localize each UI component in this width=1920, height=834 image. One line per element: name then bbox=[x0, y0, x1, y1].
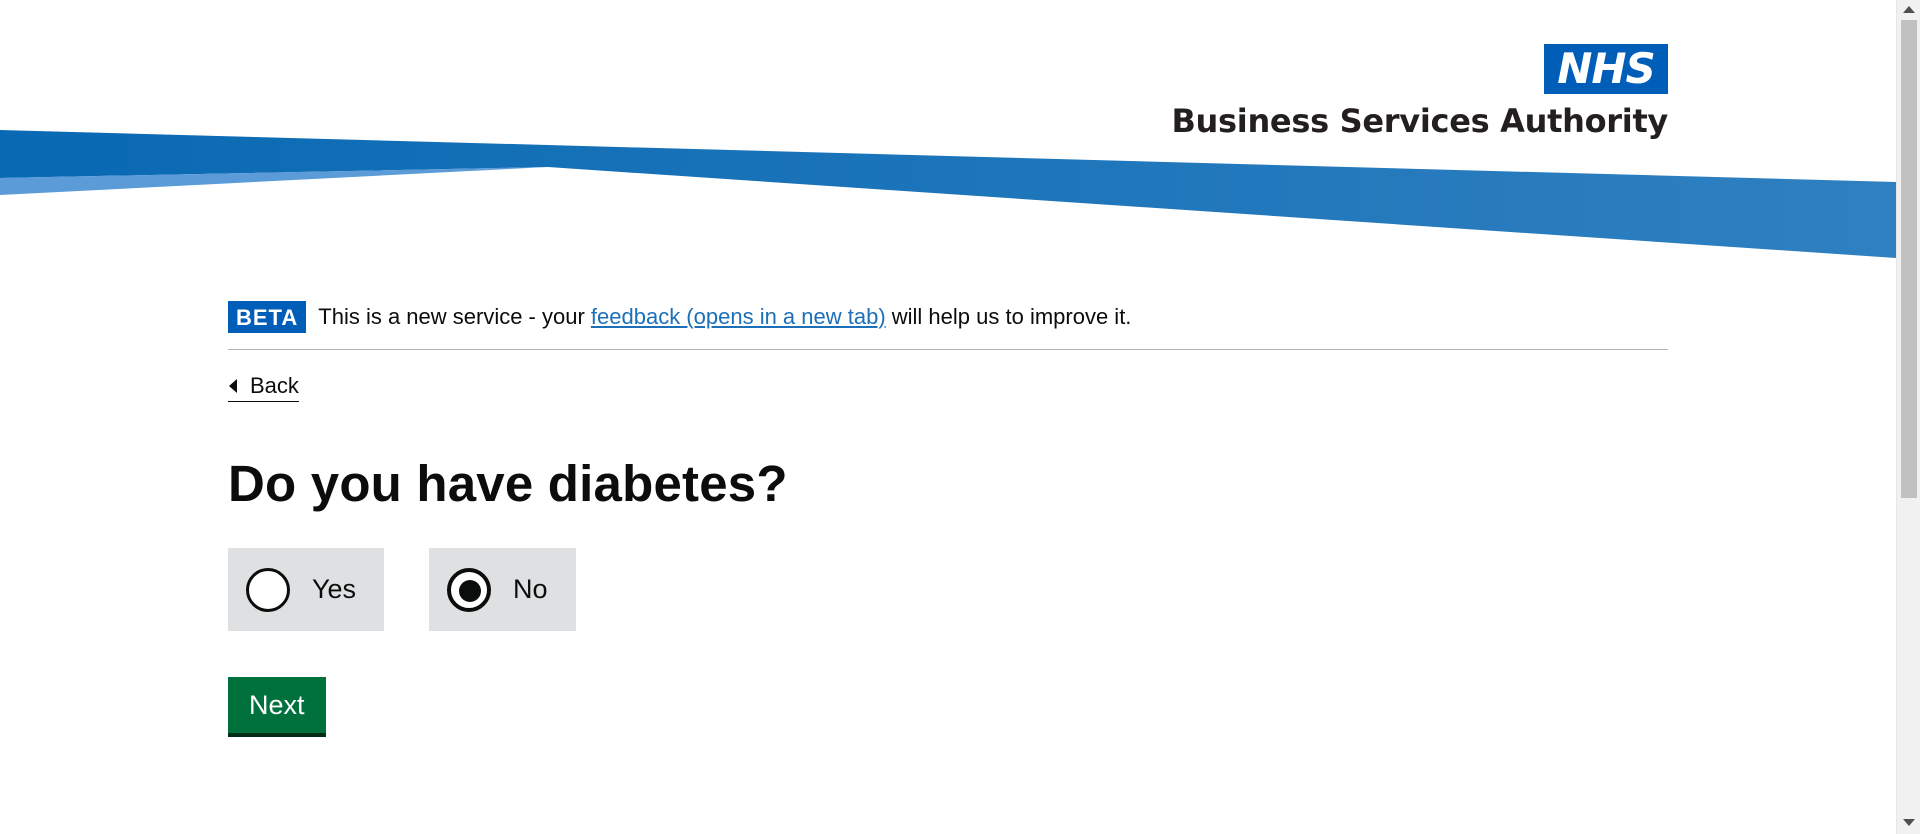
radio-label-yes: Yes bbox=[312, 574, 357, 604]
scroll-thumb[interactable] bbox=[1901, 20, 1917, 498]
phase-banner: BETA This is a new service - your feedba… bbox=[228, 300, 1668, 350]
page-title: Do you have diabetes? bbox=[228, 455, 788, 512]
nhsbsa-logo[interactable]: NHS Business Services Authority bbox=[1171, 44, 1668, 144]
diabetes-radio-group: Yes No bbox=[228, 548, 1668, 631]
back-arrow-icon bbox=[229, 379, 237, 393]
radio-option-yes[interactable]: Yes bbox=[228, 548, 385, 631]
main-content: BETA This is a new service - your feedba… bbox=[228, 300, 1668, 733]
radio-button-no[interactable] bbox=[447, 567, 492, 612]
phase-text-before: This is a new service - your bbox=[318, 303, 591, 329]
radio-button-yes[interactable] bbox=[246, 567, 290, 612]
nhs-logo: NHS bbox=[1544, 44, 1668, 94]
phase-text-after: will help us to improve it. bbox=[885, 303, 1132, 329]
page-scrollbar[interactable] bbox=[1896, 0, 1920, 834]
beta-tag: BETA bbox=[228, 300, 307, 333]
next-button[interactable]: Next bbox=[228, 677, 326, 733]
scroll-down-arrow-icon[interactable] bbox=[1903, 819, 1915, 826]
scroll-up-arrow-icon[interactable] bbox=[1903, 6, 1915, 13]
phase-banner-text: This is a new service - your feedback (o… bbox=[318, 302, 1131, 332]
site-header: NHS Business Services Authority bbox=[0, 0, 1896, 270]
back-link-label: Back bbox=[250, 373, 299, 398]
radio-label-no: No bbox=[513, 574, 548, 604]
back-link[interactable]: Back bbox=[228, 372, 299, 402]
org-name: Business Services Authority bbox=[1171, 102, 1668, 140]
feedback-link[interactable]: feedback (opens in a new tab) bbox=[591, 304, 886, 329]
radio-option-no[interactable]: No bbox=[429, 548, 576, 631]
